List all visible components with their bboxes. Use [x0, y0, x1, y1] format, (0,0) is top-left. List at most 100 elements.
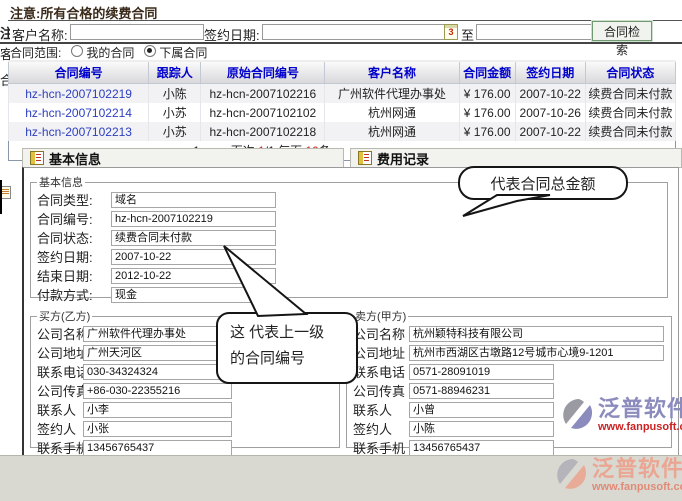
tab-basic-info[interactable]: 基本信息	[22, 148, 344, 168]
field-label: 联系人	[37, 400, 83, 419]
fanpu-logo-text: 泛普软件	[598, 398, 682, 420]
field-label: 公司地址	[353, 343, 409, 362]
table-cell: 2007-10-26	[515, 103, 585, 122]
table-cell: ¥ 176.00	[459, 103, 515, 122]
callout-parent-number: 这 代表上一级 的合同编号	[216, 312, 358, 384]
field-input[interactable]: 030-34324324	[83, 364, 232, 380]
fanpu-watermark-url: www.fanpusoft.com	[592, 482, 682, 493]
field-label: 合同状态:	[37, 228, 111, 247]
table-cell: 杭州网通	[325, 103, 459, 122]
callout-total-amount-tail	[455, 192, 565, 220]
form-icon	[30, 151, 44, 165]
table-cell: 2007-10-22	[515, 84, 585, 104]
field-input[interactable]: 小陈	[409, 421, 554, 437]
table-row[interactable]: hz-hcn-2007102214 小苏hz-hcn-2007102102杭州网通…	[9, 103, 676, 122]
callout-parent-number-pointer	[196, 242, 326, 318]
table-cell: hz-hcn-2007102218	[201, 122, 325, 141]
field-input[interactable]: 杭州颖特科技有限公司	[409, 326, 664, 342]
contract-number-link[interactable]: hz-hcn-2007102219	[25, 87, 132, 101]
date-from-input[interactable]	[262, 24, 446, 40]
field-label: 公司传真	[37, 381, 83, 400]
table-cell: 2007-10-22	[515, 122, 585, 141]
tab-basic-info-label: 基本信息	[49, 149, 101, 168]
fanpu-logo-url: www.fanpusoft.com	[598, 422, 682, 433]
table-cell: 小苏	[149, 103, 201, 122]
field-label: 签约日期:	[37, 247, 111, 266]
scope-radio[interactable]	[71, 45, 83, 57]
field-input[interactable]: 小曾	[409, 402, 554, 418]
table-cell: hz-hcn-2007102102	[201, 103, 325, 122]
table-cell: 续费合同未付款	[585, 122, 675, 141]
contract-scope-row: 合同范围: 我的合同 下属合同	[10, 45, 207, 59]
table-cell: 续费合同未付款	[585, 103, 675, 122]
fanpu-logo-icon	[562, 398, 596, 432]
column-header[interactable]: 原始合同编号	[201, 61, 325, 84]
column-header[interactable]: 客户名称	[325, 61, 459, 84]
fanpu-watermark-logo: 泛普软件 www.fanpusoft.com	[556, 458, 682, 493]
field-label: 公司名称	[353, 324, 409, 343]
contract-number-link[interactable]: hz-hcn-2007102214	[25, 106, 132, 120]
tab-fee-records[interactable]: 费用记录	[350, 148, 682, 168]
column-header[interactable]: 合同编号	[9, 61, 149, 84]
table-cell: ¥ 176.00	[459, 122, 515, 141]
field-input[interactable]: 小张	[83, 421, 232, 437]
buyer-legend: 买方(乙方)	[37, 308, 92, 324]
basic-info-legend: 基本信息	[37, 174, 85, 190]
scope-radio[interactable]	[144, 45, 156, 57]
field-label: 联系人	[353, 400, 409, 419]
table-cell: 小陈	[149, 84, 201, 104]
table-row[interactable]: hz-hcn-2007102219 小陈hz-hcn-2007102216广州软件…	[9, 84, 676, 104]
contracts-table: 合同编号跟踪人原始合同编号客户名称合同金额签约日期合同状态 hz-hcn-200…	[8, 60, 676, 161]
column-header[interactable]: 合同状态	[585, 61, 675, 84]
table-cell: 广州软件代理办事处	[325, 84, 459, 104]
clipped-char-notice: 注	[0, 23, 10, 42]
field-label: 公司名称	[37, 324, 83, 343]
column-header[interactable]: 签约日期	[515, 61, 585, 84]
contract-number-link[interactable]: hz-hcn-2007102213	[25, 125, 132, 139]
field-input[interactable]: 广州软件代理办事处	[83, 326, 232, 342]
window-edge-line	[0, 180, 2, 214]
field-input[interactable]: 广州天河区	[83, 345, 232, 361]
column-header[interactable]: 合同金额	[459, 61, 515, 84]
fanpu-logo: 泛普软件 www.fanpusoft.com	[562, 398, 682, 433]
field-label: 结束日期:	[37, 266, 111, 285]
field-input[interactable]: 13456765437	[409, 440, 554, 456]
field-input[interactable]: 域名	[111, 192, 276, 208]
customer-name-input[interactable]	[70, 24, 204, 40]
table-cell: hz-hcn-2007102214	[9, 103, 149, 122]
divider	[8, 20, 682, 21]
table-cell: hz-hcn-2007102213	[9, 122, 149, 141]
table-cell: hz-hcn-2007102216	[201, 84, 325, 104]
field-input[interactable]: +86-030-22355216	[83, 383, 232, 399]
seller-legend: 卖方(甲方)	[353, 308, 408, 324]
field-label: 付款方式:	[37, 285, 111, 304]
field-label: 公司传真	[353, 381, 409, 400]
tab-fee-records-label: 费用记录	[377, 149, 429, 168]
form-icon	[358, 151, 372, 165]
field-input[interactable]: 杭州市西湖区古墩路12号城市心境9-1201	[409, 345, 664, 361]
table-cell: 杭州网通	[325, 122, 459, 141]
field-input[interactable]: hz-hcn-2007102219	[111, 211, 276, 227]
scope-option-label[interactable]: 我的合同	[86, 46, 134, 60]
fanpu-watermark-icon	[556, 458, 590, 492]
field-label: 签约人	[37, 419, 83, 438]
table-cell: hz-hcn-2007102219	[9, 84, 149, 104]
contract-search-button[interactable]: 合同检索	[592, 21, 652, 41]
field-label: 联系电话	[353, 362, 409, 381]
table-cell: 小苏	[149, 122, 201, 141]
field-label: 联系电话	[37, 362, 83, 381]
scope-label: 合同范围:	[10, 44, 61, 61]
column-header[interactable]: 跟踪人	[149, 61, 201, 84]
field-label: 合同编号:	[37, 209, 111, 228]
scope-option-label[interactable]: 下属合同	[159, 46, 207, 60]
field-label: 合同类型:	[37, 190, 111, 209]
field-input[interactable]: 0571-28091019	[409, 364, 554, 380]
table-row[interactable]: hz-hcn-2007102213 小苏hz-hcn-2007102218杭州网通…	[9, 122, 676, 141]
field-label: 签约人	[353, 419, 409, 438]
field-input[interactable]: 0571-88946231	[409, 383, 554, 399]
calendar-icon[interactable]: 3	[444, 24, 458, 40]
field-input[interactable]: 13456765437	[83, 440, 232, 456]
table-cell: 续费合同未付款	[585, 84, 675, 104]
fanpu-watermark-text: 泛普软件	[592, 458, 682, 480]
field-input[interactable]: 小李	[83, 402, 232, 418]
